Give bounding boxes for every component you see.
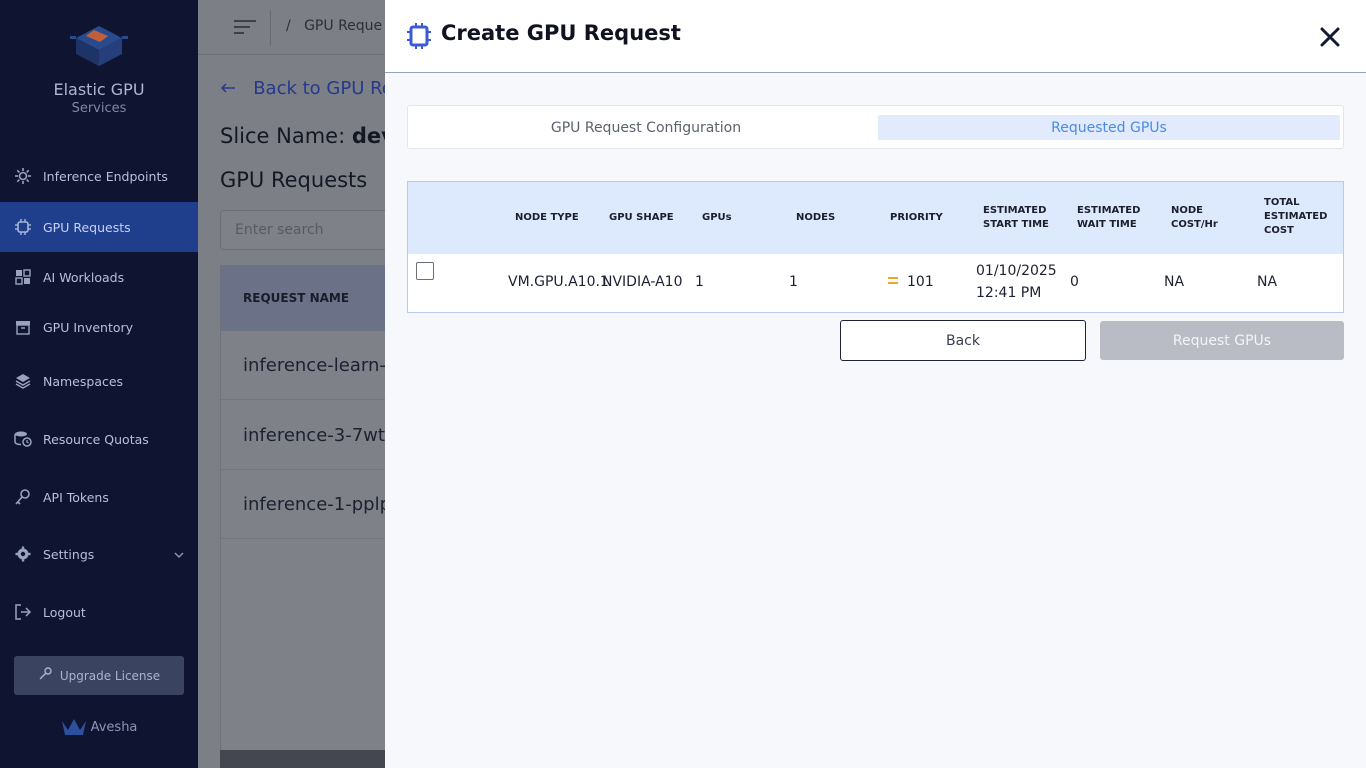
- sidebar-item-resource-quotas[interactable]: Resource Quotas: [0, 414, 198, 464]
- header-line: ESTIMATED: [1264, 211, 1328, 222]
- requested-gpus-table: NODE TYPE GPU SHAPE GPUs NODES PRIORITY …: [407, 181, 1344, 313]
- column-header-gpus: GPUs: [702, 212, 732, 223]
- arrow-left-icon: [220, 78, 242, 99]
- sidebar-item-label: GPU Inventory: [43, 319, 134, 335]
- box-icon: [14, 318, 32, 336]
- chevron-down-icon: [174, 547, 184, 562]
- sidebar-item-inference-endpoints[interactable]: Inference Endpoints: [0, 151, 198, 201]
- breadcrumb: / GPU Reque: [286, 18, 382, 34]
- menu-icon[interactable]: [234, 18, 256, 40]
- create-gpu-request-drawer: Create GPU Request GPU Request Configura…: [385, 0, 1366, 768]
- brand: Elastic GPU Services: [0, 22, 198, 116]
- table-header: NODE TYPE GPU SHAPE GPUs NODES PRIORITY …: [408, 182, 1343, 254]
- header-line: ESTIMATED: [1077, 205, 1141, 216]
- priority-medium-icon: [888, 277, 898, 287]
- upgrade-license-button[interactable]: Upgrade License: [14, 656, 184, 695]
- back-link-label: Back to GPU Re: [253, 78, 393, 99]
- header-line: START TIME: [983, 219, 1049, 230]
- sidebar: Elastic GPU Services Inference Endpoints…: [0, 0, 198, 768]
- column-header-estimated-wait-time: ESTIMATED WAIT TIME: [1077, 204, 1140, 232]
- slice-label: Slice Name:: [220, 124, 352, 148]
- tab-requested-gpus[interactable]: Requested GPUs: [878, 115, 1340, 140]
- brand-title: Elastic GPU: [53, 80, 145, 99]
- cell-estimated-start-date: 01/10/2025: [976, 263, 1057, 279]
- tab-gpu-request-configuration[interactable]: GPU Request Configuration: [412, 115, 880, 140]
- grid-icon: [14, 268, 32, 286]
- sidebar-item-namespaces[interactable]: Namespaces: [0, 356, 198, 406]
- column-header-nodes: NODES: [796, 212, 836, 223]
- sidebar-item-label: Logout: [43, 604, 86, 620]
- sidebar-item-label: Settings: [43, 546, 95, 562]
- drawer-header: Create GPU Request: [385, 0, 1366, 73]
- gear-icon: [14, 167, 32, 185]
- sidebar-item-logout[interactable]: Logout: [0, 587, 198, 637]
- crown-icon: [61, 719, 86, 735]
- database-clock-icon: [14, 430, 32, 448]
- step-tabs: GPU Request Configuration Requested GPUs: [407, 105, 1344, 149]
- sidebar-item-label: API Tokens: [43, 489, 109, 505]
- column-header-gpu-shape: GPU SHAPE: [609, 212, 674, 223]
- drawer-title: Create GPU Request: [441, 21, 681, 45]
- request-gpus-button[interactable]: Request GPUs: [1100, 321, 1344, 360]
- sidebar-item-label: GPU Requests: [43, 219, 131, 235]
- key-icon: [14, 488, 32, 506]
- row-checkbox[interactable]: [416, 262, 434, 280]
- back-button[interactable]: Back: [840, 320, 1086, 361]
- cell-node-cost: NA: [1164, 274, 1185, 290]
- header-line: ESTIMATED: [983, 205, 1047, 216]
- cell-estimated-start-time: 12:41 PM: [976, 285, 1042, 301]
- column-header-estimated-start-time: ESTIMATED START TIME: [983, 204, 1049, 232]
- cell-node-type: VM.GPU.A10.1: [508, 274, 609, 290]
- close-button[interactable]: [1317, 24, 1343, 50]
- cell-total-estimated-cost: NA: [1257, 274, 1278, 290]
- slice-name: Slice Name: dev: [220, 124, 395, 148]
- cell-priority: 101: [907, 274, 934, 290]
- cell-gpu-shape: NVIDIA-A10: [602, 274, 683, 290]
- avesha-label: Avesha: [90, 719, 138, 735]
- header-line: COST/Hr: [1171, 219, 1218, 230]
- cell-nodes: 1: [789, 274, 798, 290]
- column-header-priority: PRIORITY: [890, 212, 943, 223]
- breadcrumb-current[interactable]: GPU Reque: [304, 18, 382, 34]
- layers-icon: [14, 372, 32, 390]
- divider: [270, 10, 271, 46]
- key-icon: [38, 667, 52, 684]
- close-icon: [1320, 27, 1340, 47]
- header-line: COST: [1264, 225, 1294, 236]
- upgrade-license-label: Upgrade License: [59, 668, 161, 683]
- header-line: WAIT TIME: [1077, 219, 1137, 230]
- sidebar-item-api-tokens[interactable]: API Tokens: [0, 472, 198, 522]
- header-line: NODE: [1171, 205, 1204, 216]
- elastic-gpu-logo: [70, 26, 128, 66]
- chip-icon: [14, 218, 32, 236]
- back-link[interactable]: Back to GPU Re: [220, 78, 393, 99]
- brand-subtitle: Services: [71, 101, 127, 116]
- sidebar-item-label: Inference Endpoints: [43, 168, 168, 184]
- column-header-node-cost-hr: NODE COST/Hr: [1171, 204, 1218, 232]
- sidebar-item-gpu-inventory[interactable]: GPU Inventory: [0, 302, 198, 352]
- logout-icon: [14, 603, 32, 621]
- column-header-total-estimated-cost: TOTAL ESTIMATED COST: [1264, 196, 1327, 238]
- sidebar-item-label: Resource Quotas: [43, 431, 149, 447]
- section-title: GPU Requests: [220, 168, 368, 192]
- avesha-logo: Avesha: [0, 718, 198, 736]
- sidebar-item-label: AI Workloads: [43, 269, 125, 285]
- breadcrumb-separator: /: [286, 18, 291, 34]
- sidebar-item-label: Namespaces: [43, 373, 124, 389]
- header-line: TOTAL: [1264, 197, 1300, 208]
- sidebar-item-gpu-requests[interactable]: GPU Requests: [0, 202, 198, 252]
- sidebar-item-settings[interactable]: Settings: [0, 529, 198, 579]
- chip-icon: [406, 22, 432, 54]
- settings-icon: [14, 545, 32, 563]
- cell-estimated-wait-time: 0: [1070, 274, 1079, 290]
- column-header-node-type: NODE TYPE: [515, 212, 579, 223]
- cell-gpus: 1: [695, 274, 704, 290]
- sidebar-item-ai-workloads[interactable]: AI Workloads: [0, 252, 198, 302]
